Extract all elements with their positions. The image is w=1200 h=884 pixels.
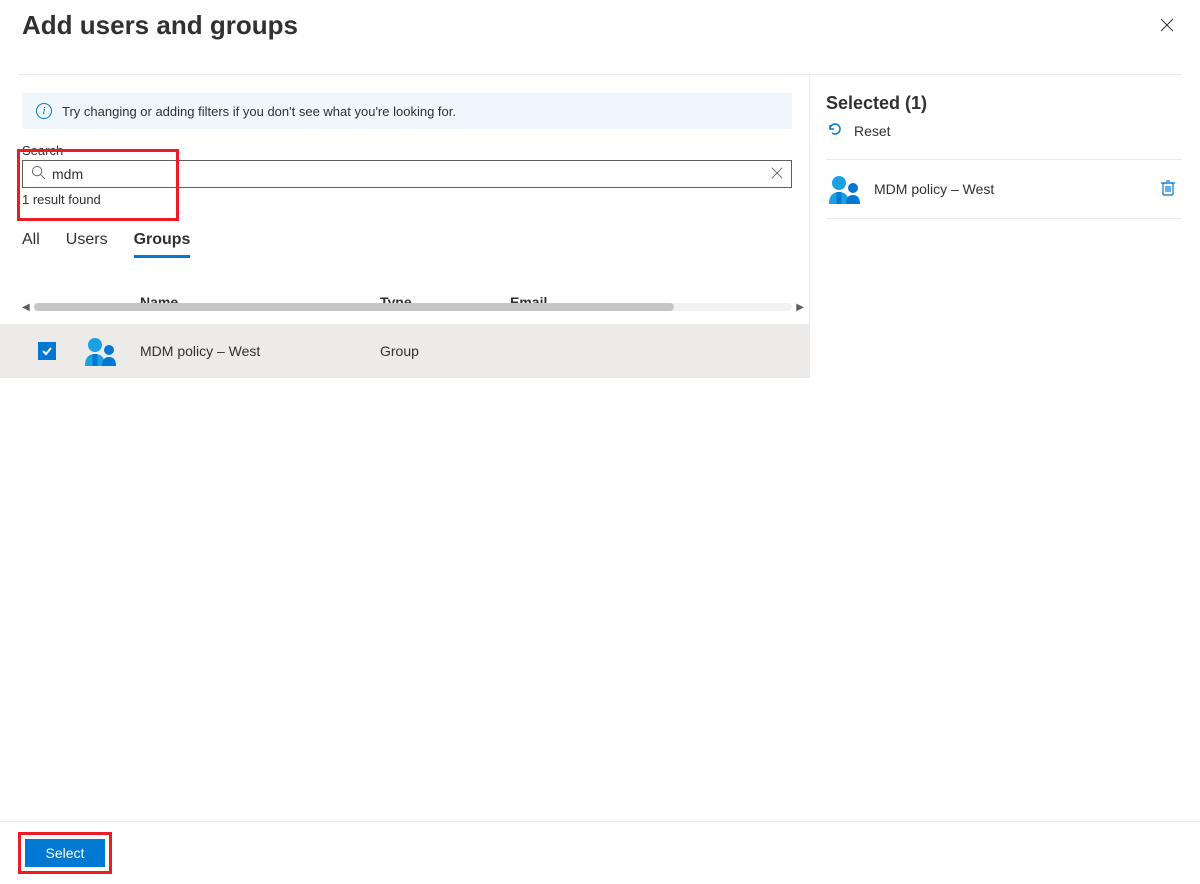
panel-title: Add users and groups: [22, 10, 298, 41]
tab-groups[interactable]: Groups: [134, 231, 191, 258]
info-icon: i: [36, 103, 52, 119]
undo-icon: [826, 120, 844, 141]
search-result-count: 1 result found: [22, 192, 792, 207]
search-input[interactable]: [52, 166, 765, 182]
scroll-left-arrow-icon[interactable]: ◀: [22, 302, 30, 313]
info-banner: i Try changing or adding filters if you …: [22, 93, 792, 129]
search-icon: [31, 165, 46, 183]
close-button[interactable]: [1152, 10, 1182, 44]
scroll-thumb[interactable]: [34, 303, 674, 311]
info-banner-text: Try changing or adding filters if you do…: [62, 104, 456, 119]
reset-label: Reset: [854, 123, 891, 139]
selected-item: MDM policy – West: [826, 160, 1182, 219]
selected-title: Selected (1): [826, 93, 1182, 114]
group-icon: [82, 336, 140, 366]
row-checkbox[interactable]: [38, 342, 56, 360]
close-icon: [1160, 18, 1174, 32]
annotation-highlight-select: Select: [18, 832, 112, 874]
selected-item-name: MDM policy – West: [874, 181, 1148, 197]
search-input-wrap[interactable]: [22, 160, 792, 188]
scroll-right-arrow-icon[interactable]: ▶: [796, 302, 804, 313]
table-row[interactable]: MDM policy – West Group: [0, 324, 809, 378]
row-name: MDM policy – West: [140, 343, 380, 359]
row-type: Group: [380, 343, 510, 359]
search-label: Search: [22, 143, 792, 158]
horizontal-scrollbar[interactable]: ◀ ▶: [22, 300, 804, 314]
reset-button[interactable]: Reset: [826, 120, 1182, 141]
search-results-column: i Try changing or adding filters if you …: [0, 75, 810, 378]
tab-all[interactable]: All: [22, 231, 40, 258]
panel-header: Add users and groups: [0, 0, 1200, 74]
group-icon: [826, 174, 862, 204]
select-button[interactable]: Select: [25, 839, 105, 867]
tab-users[interactable]: Users: [66, 231, 108, 258]
panel-footer: Select: [0, 821, 1200, 884]
filter-tabs: All Users Groups: [22, 231, 809, 258]
remove-selected-button[interactable]: [1160, 179, 1182, 200]
trash-icon: [1160, 179, 1176, 197]
checkmark-icon: [41, 345, 53, 357]
scroll-track[interactable]: [34, 303, 793, 311]
clear-icon: [771, 167, 783, 179]
selected-items-column: Selected (1) Reset MDM policy – West: [810, 75, 1200, 378]
clear-search-button[interactable]: [771, 166, 783, 182]
search-block: Search 1 result found: [22, 143, 792, 207]
